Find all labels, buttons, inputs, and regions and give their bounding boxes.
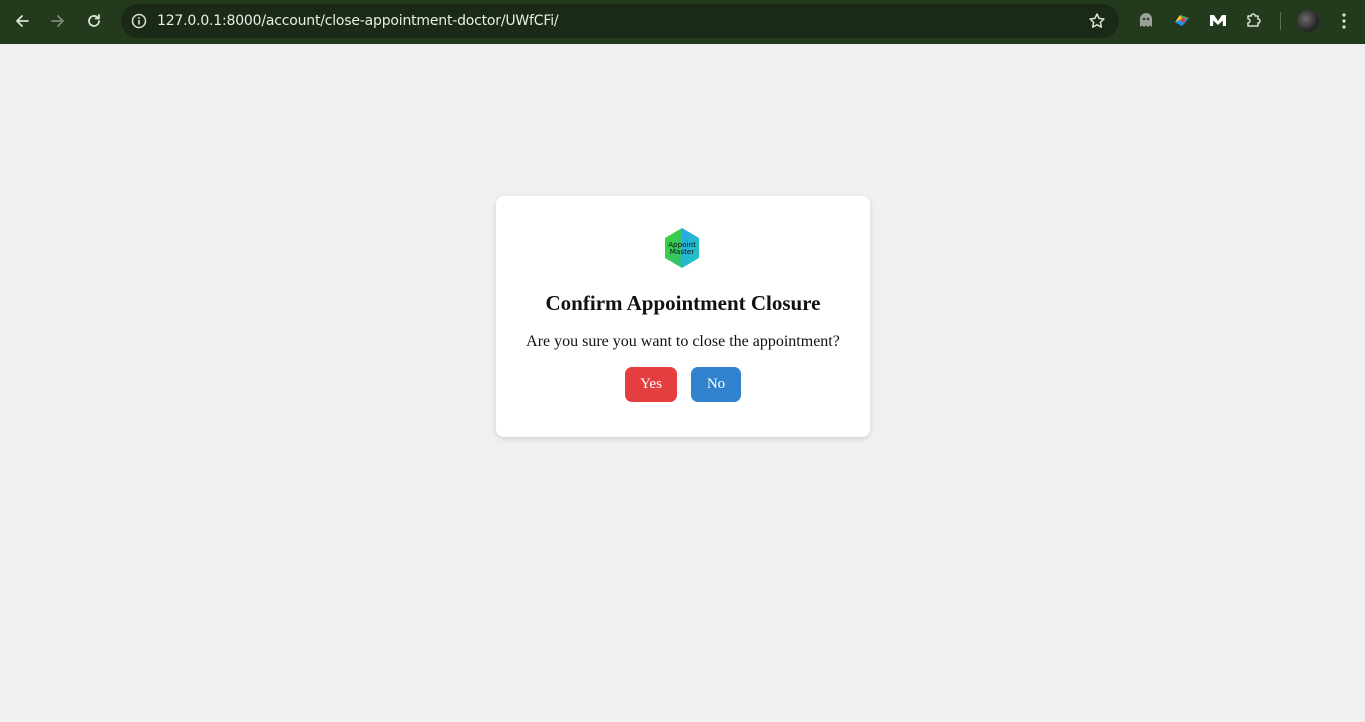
- ghost-extension-icon: [1140, 13, 1152, 27]
- yes-button[interactable]: Yes: [625, 367, 677, 402]
- arrow-left-icon: [16, 15, 29, 27]
- logo-text-line2: Master: [670, 247, 695, 256]
- reload-icon: [88, 14, 100, 27]
- confirm-dialog: Appoint Master Confirm Appointment Closu…: [496, 196, 870, 437]
- extension-button-2[interactable]: [1171, 9, 1193, 31]
- vertical-dots-icon: [1342, 13, 1346, 29]
- no-button[interactable]: No: [691, 367, 741, 402]
- forward-button[interactable]: [44, 7, 72, 35]
- browser-menu-button[interactable]: [1334, 9, 1354, 33]
- profile-avatar[interactable]: [1297, 10, 1319, 32]
- toolbar-divider: [1280, 12, 1281, 30]
- url-text[interactable]: 127.0.0.1:8000/account/close-appointment…: [157, 4, 559, 38]
- dialog-message: Are you sure you want to close the appoi…: [526, 333, 840, 350]
- colorful-extension-icon: [1175, 15, 1189, 26]
- arrow-right-icon: [51, 15, 64, 27]
- reload-button[interactable]: [80, 7, 108, 35]
- star-icon: [1089, 13, 1105, 28]
- address-bar[interactable]: 127.0.0.1:8000/account/close-appointment…: [121, 4, 1119, 38]
- site-info-button[interactable]: [129, 11, 149, 31]
- info-icon: [131, 13, 147, 29]
- dialog-title: Confirm Appointment Closure: [545, 291, 821, 315]
- extension-button-3[interactable]: [1207, 9, 1229, 31]
- extension-button-1[interactable]: [1135, 9, 1157, 31]
- appoint-master-logo: Appoint Master: [665, 228, 699, 268]
- puzzle-icon: [1247, 13, 1261, 27]
- browser-toolbar: 127.0.0.1:8000/account/close-appointment…: [0, 0, 1365, 44]
- m-logo-icon: [1210, 15, 1226, 26]
- extensions-button[interactable]: [1243, 9, 1265, 31]
- bookmark-button[interactable]: [1087, 11, 1107, 31]
- back-button[interactable]: [8, 7, 36, 35]
